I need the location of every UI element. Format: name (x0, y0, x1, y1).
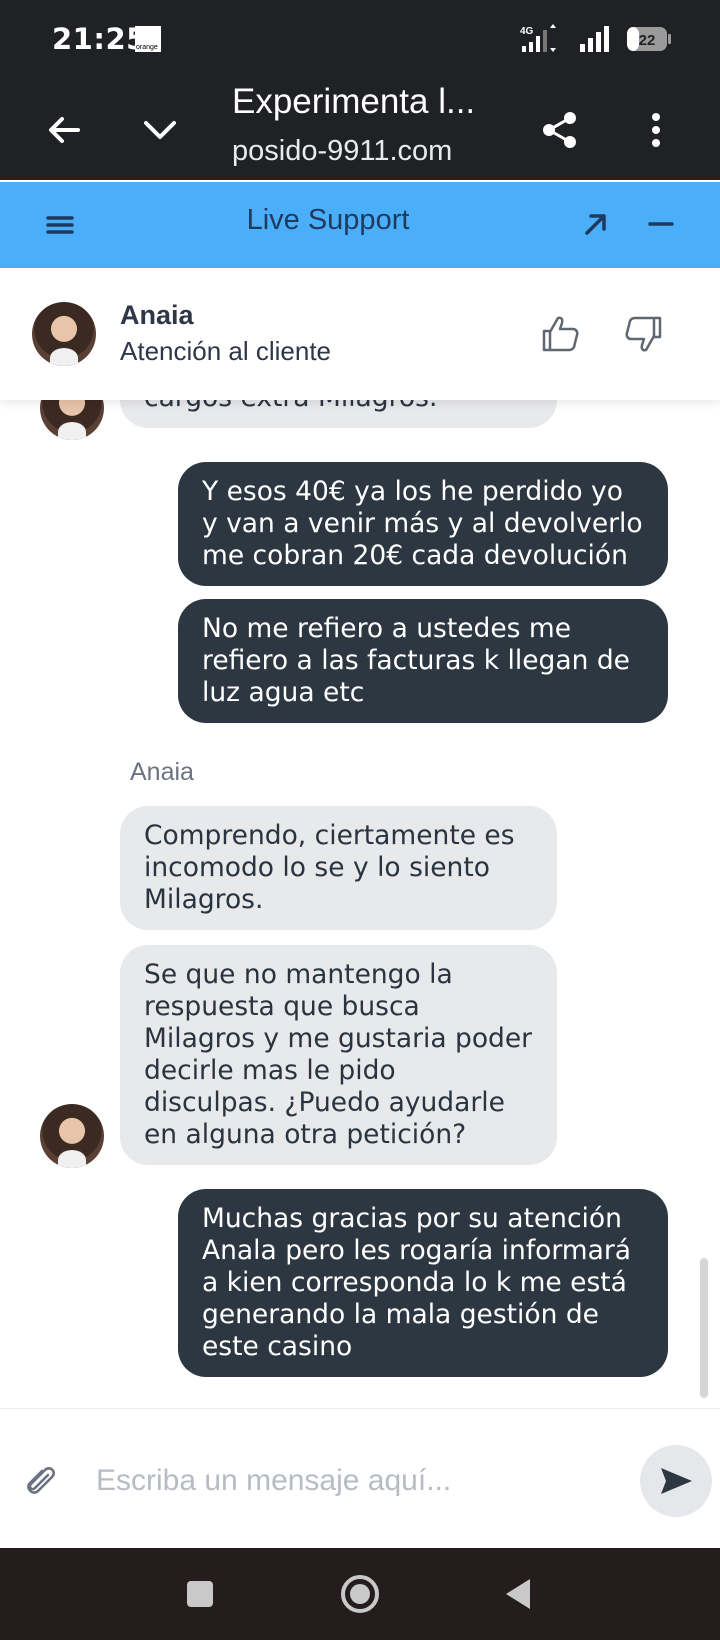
user-message: Y esos 40€ ya los he perdido yo y van a … (178, 462, 668, 586)
back-nav-button[interactable] (496, 1572, 540, 1616)
agent-avatar (40, 400, 104, 440)
home-circle-icon (341, 1575, 379, 1613)
more-options-button[interactable] (628, 102, 684, 158)
agent-avatar (40, 1104, 104, 1168)
arrow-left-icon (49, 117, 80, 143)
more-vertical-icon (652, 113, 660, 147)
orange-logo-icon: orange (135, 26, 161, 52)
thumbs-down-icon[interactable] (622, 312, 666, 356)
collapse-button[interactable] (132, 102, 188, 158)
send-icon (661, 1468, 692, 1494)
paperclip-icon[interactable] (20, 1461, 60, 1501)
share-icon (543, 112, 576, 148)
battery-icon: 22 (627, 27, 671, 51)
status-time: 21:25 (52, 22, 147, 56)
browser-toolbar: Experimenta l... posido-9911.com (0, 80, 720, 180)
chat-messages[interactable]: cargos extra Milagros. Y esos 40€ ya los… (0, 400, 720, 1408)
support-title: Live Support (246, 204, 410, 236)
agent-role: Atención al cliente (120, 336, 332, 366)
expand-arrow-icon[interactable] (580, 208, 612, 240)
back-button[interactable] (36, 102, 92, 158)
agent-message: Se que no mantengo la respuesta que busc… (120, 945, 557, 1165)
agent-message: Comprendo, ciertamente es incomodo lo se… (120, 806, 557, 930)
send-button[interactable] (640, 1445, 712, 1517)
message-composer (0, 1408, 720, 1548)
status-bar: 21:25 orange 4G 22 (0, 0, 720, 80)
page-title: Experimenta l... (232, 82, 476, 121)
user-message: Muchas gracias por su atención Anala per… (178, 1189, 668, 1377)
message-input[interactable] (96, 1459, 606, 1503)
user-message: No me refiero a ustedes me refiero a las… (178, 599, 668, 723)
status-icons: 4G 22 (520, 22, 672, 56)
signal-icon (580, 26, 609, 52)
square-icon (187, 1581, 213, 1607)
agent-info-card: Anaia Atención al cliente (0, 268, 720, 400)
agent-avatar (32, 302, 96, 366)
sender-label: Anaia (130, 758, 194, 786)
home-button[interactable] (338, 1572, 382, 1616)
scrollbar[interactable] (700, 1258, 708, 1398)
minimize-icon[interactable] (646, 208, 676, 240)
agent-name: Anaia (120, 300, 194, 330)
live-support-header: Live Support (0, 182, 720, 268)
thumbs-up-icon[interactable] (538, 312, 582, 356)
back-triangle-icon (506, 1579, 530, 1609)
signal-4g-icon: 4G (520, 24, 556, 52)
recent-apps-button[interactable] (178, 1572, 222, 1616)
page-url[interactable]: posido-9911.com (232, 135, 452, 168)
chevron-down-icon (144, 121, 176, 139)
battery-level: 22 (639, 32, 656, 49)
carrier-label: orange (136, 44, 158, 51)
share-button[interactable] (532, 102, 588, 158)
network-label: 4G (520, 26, 534, 37)
agent-message: cargos extra Milagros. (120, 400, 557, 428)
android-navigation-bar (0, 1548, 720, 1640)
